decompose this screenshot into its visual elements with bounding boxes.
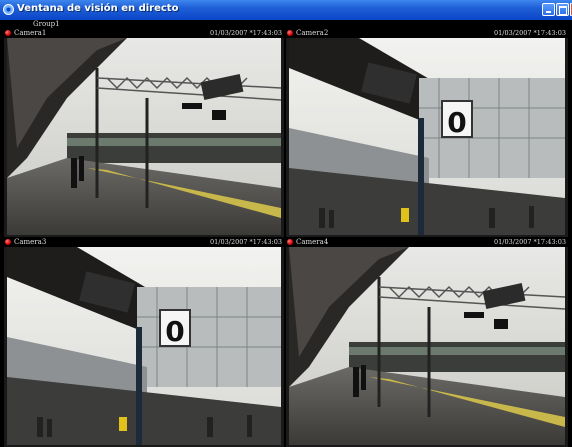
record-indicator-icon (5, 30, 11, 36)
camera-name: Camera2 (296, 29, 329, 37)
minimize-button[interactable] (542, 3, 555, 16)
camera-pane-2[interactable]: Camera2 01/03/2007 *17:43:03 0 (286, 29, 568, 237)
camera-video-feed[interactable]: 0 (7, 247, 281, 445)
camera-header: Camera2 01/03/2007 *17:43:03 (286, 29, 568, 38)
title-bar[interactable]: Ventana de visión en directo (0, 0, 572, 21)
record-indicator-icon (5, 239, 11, 245)
group-bar: Group1 (0, 20, 572, 29)
camera-name: Camera1 (14, 29, 47, 37)
svg-text:0: 0 (447, 106, 466, 139)
camera-pane-3[interactable]: Camera3 01/03/2007 *17:43:03 0 (4, 238, 284, 447)
camera-name: Camera3 (14, 238, 47, 246)
group-label[interactable]: Group1 (33, 20, 60, 29)
record-indicator-icon (287, 239, 293, 245)
sign-scene-image: 0 (7, 247, 281, 445)
camera-header: Camera3 01/03/2007 *17:43:03 (4, 238, 284, 247)
camera-name: Camera4 (296, 238, 329, 246)
window-title: Ventana de visión en directo (17, 3, 179, 14)
camera-app-icon (3, 4, 14, 15)
camera-header: Camera1 01/03/2007 *17:43:03 (4, 29, 284, 38)
live-view-window: Ventana de visión en directo Group1 Came… (0, 0, 572, 447)
camera-timestamp: 01/03/2007 *17:43:03 (210, 29, 282, 37)
maximize-button[interactable] (556, 3, 569, 16)
camera-timestamp: 01/03/2007 *17:43:03 (210, 238, 282, 246)
record-indicator-icon (287, 30, 293, 36)
camera-video-feed[interactable]: 0 (289, 38, 565, 235)
platform-scene-image (7, 38, 281, 235)
camera-header: Camera4 01/03/2007 *17:43:03 (286, 238, 568, 247)
platform-scene-image (289, 247, 565, 445)
camera-video-feed[interactable] (7, 38, 281, 235)
camera-timestamp: 01/03/2007 *17:43:03 (494, 29, 566, 37)
svg-text:0: 0 (165, 315, 184, 348)
sign-scene-image: 0 (289, 38, 565, 235)
camera-pane-4[interactable]: Camera4 01/03/2007 *17:43:03 (286, 238, 568, 447)
camera-video-feed[interactable] (289, 247, 565, 445)
camera-timestamp: 01/03/2007 *17:43:03 (494, 238, 566, 246)
camera-pane-1[interactable]: Camera1 01/03/2007 *17:43:03 (4, 29, 284, 237)
